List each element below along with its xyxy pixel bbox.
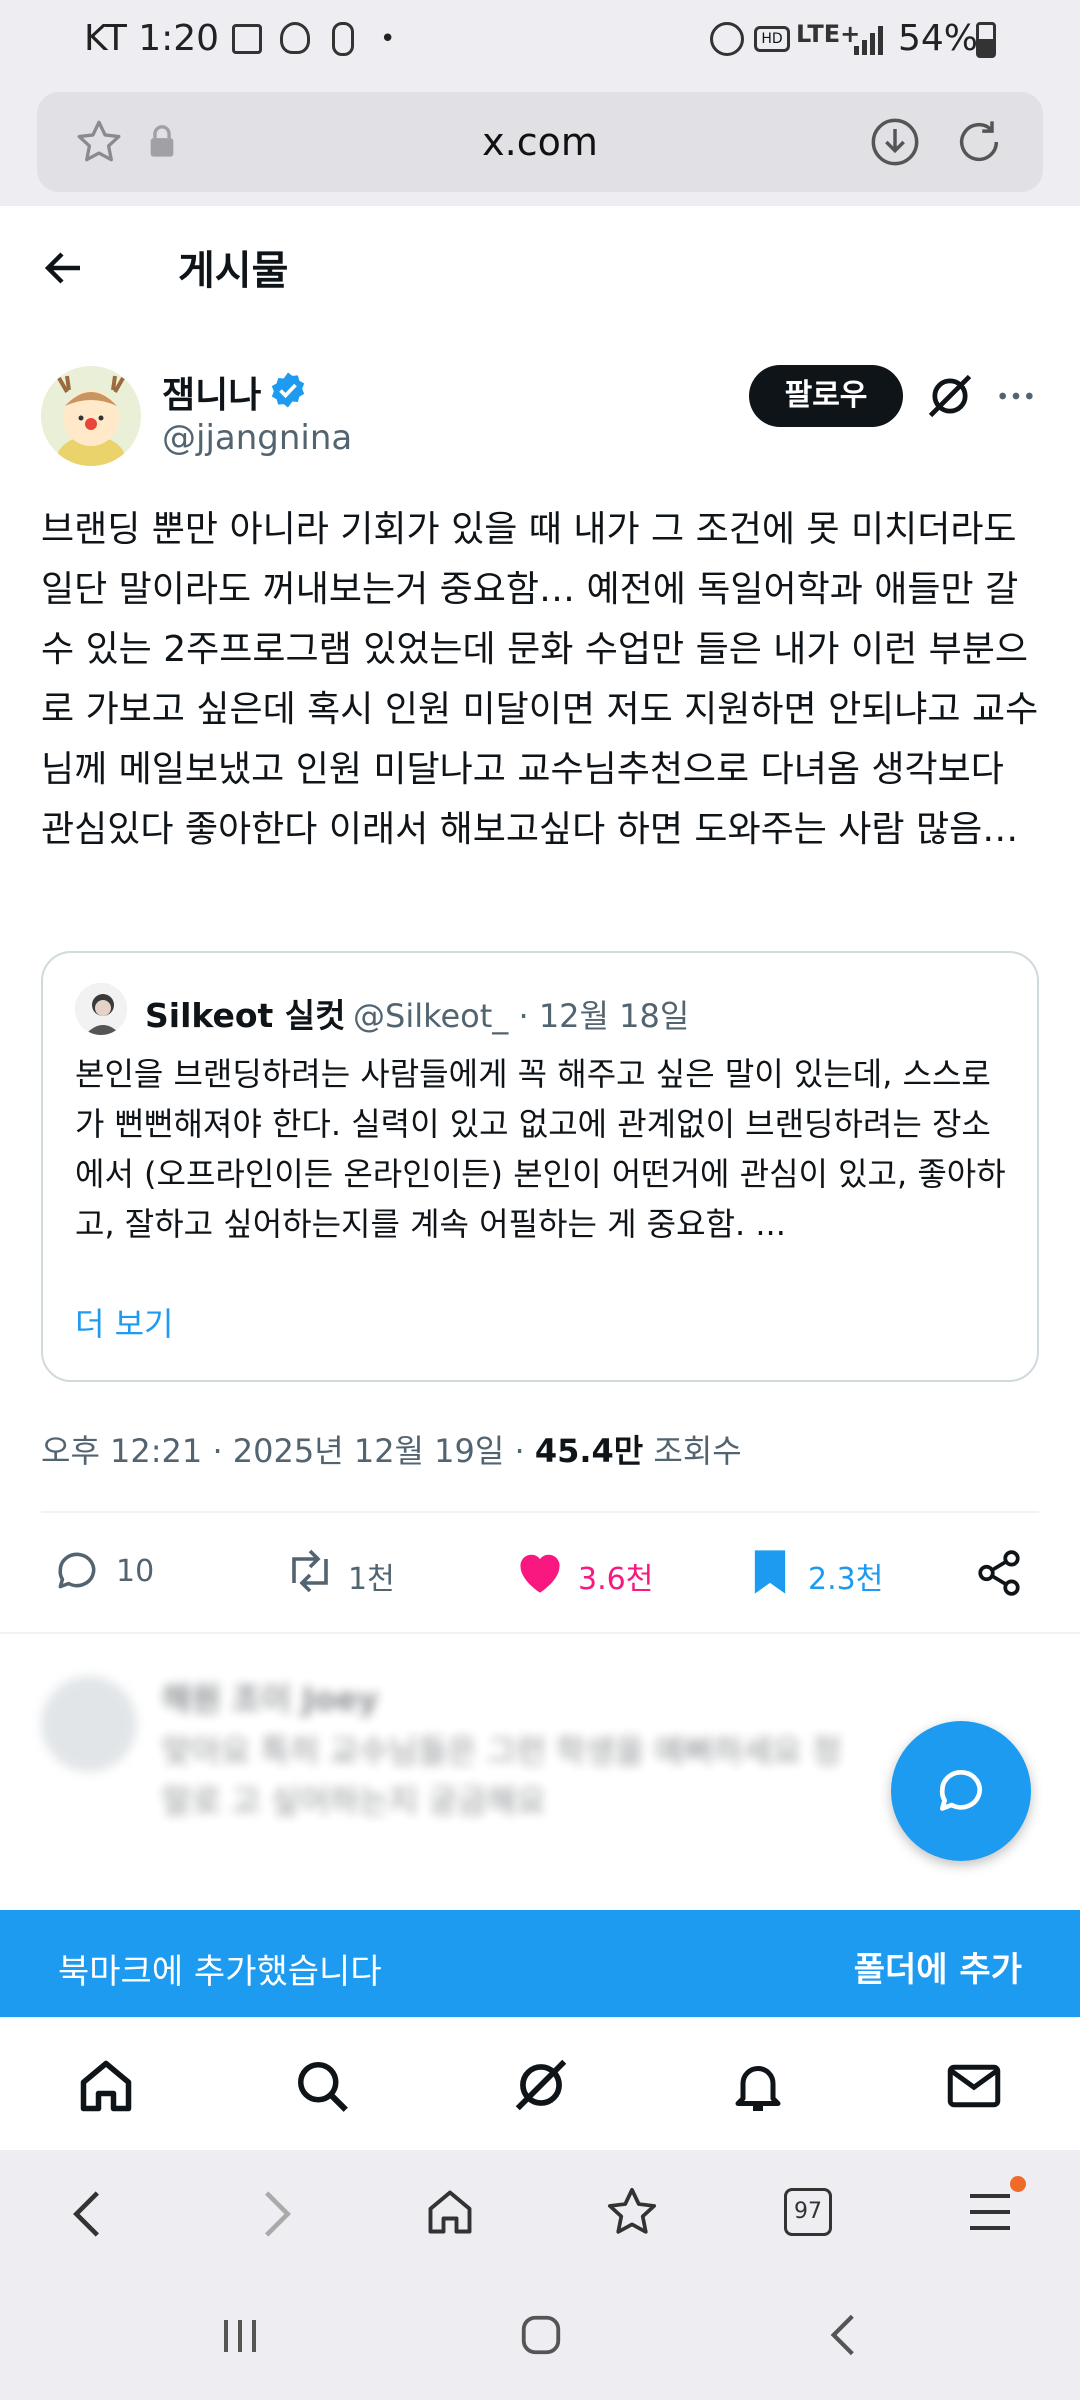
grok-icon[interactable]: [924, 370, 976, 422]
like-count[interactable]: 3.6천: [578, 1554, 653, 1598]
verified-badge-icon: [271, 372, 305, 408]
bell-icon[interactable]: [728, 2056, 788, 2116]
timestamp-text: 오후 12:21 · 2025년 12월 19일 ·: [41, 1432, 535, 1470]
grok-icon[interactable]: [510, 2054, 572, 2116]
view-count[interactable]: 45.4만: [535, 1432, 643, 1470]
bookmark-count[interactable]: 2.3천: [808, 1554, 883, 1598]
system-nav-bar: [0, 2274, 1080, 2400]
quoted-author-name: Silkeot 실컷: [145, 996, 346, 1035]
recent-apps-icon[interactable]: [218, 2314, 262, 2358]
mail-icon[interactable]: [944, 2056, 1004, 2116]
avatar[interactable]: [41, 366, 141, 466]
divider: [0, 1632, 1080, 1634]
status-time: KT 1:20: [84, 18, 220, 59]
status-bar: KT 1:20 • HD LTE+ 54%: [0, 0, 1080, 80]
more-icon[interactable]: [994, 376, 1038, 416]
notification-dot: [1010, 2176, 1026, 2192]
status-dot: •: [380, 24, 396, 54]
author-handle[interactable]: @jjangnina: [162, 418, 352, 458]
browser-bottom-nav: 97: [0, 2150, 1080, 2274]
browser-home-icon[interactable]: [424, 2186, 476, 2238]
menu-icon[interactable]: [966, 2190, 1014, 2234]
quoted-avatar: [75, 983, 127, 1035]
hd-voice-icon: HD: [754, 26, 790, 52]
tabs-button[interactable]: 97: [784, 2188, 832, 2236]
network-type: LTE+: [796, 20, 861, 48]
download-icon[interactable]: [869, 116, 921, 168]
tweet-text: 브랜딩 뿐만 아니라 기회가 있을 때 내가 그 조건에 못 미치더라도 일단 …: [41, 509, 1039, 850]
bookmark-icon[interactable]: [748, 1546, 792, 1598]
app-bottom-nav: [0, 2017, 1080, 2150]
snackbar-message: 북마크에 추가했습니다: [58, 1952, 382, 1992]
reply-icon[interactable]: [52, 1546, 102, 1596]
reply-text: 맞아요 특히 교수님들은 그런 학생을 예뻐하세요 정말로 고 싶어하는지 궁금…: [162, 1732, 842, 1820]
share-icon[interactable]: [974, 1548, 1024, 1598]
alarm-icon: [710, 22, 744, 56]
show-more-link[interactable]: 더 보기: [75, 1299, 174, 1345]
home-icon[interactable]: [76, 2056, 136, 2116]
signal-icon: [854, 26, 883, 55]
tab-count: 97: [794, 2199, 822, 2224]
quoted-text: 본인을 브랜딩하려는 사람들에게 꼭 해주고 싶은 말이 있는데, 스스로가 뻔…: [75, 1055, 1006, 1243]
reply-avatar: [41, 1676, 137, 1772]
reply-count[interactable]: 10: [116, 1554, 154, 1589]
repost-icon[interactable]: [282, 1546, 338, 1596]
bookmarks-icon[interactable]: [604, 2184, 660, 2240]
gallery-icon: [232, 24, 262, 54]
snackbar: 북마크에 추가했습니다 폴더에 추가: [0, 1910, 1080, 2017]
divider: [41, 1511, 1039, 1513]
page-title: 게시물: [178, 248, 289, 294]
quoted-tweet-card[interactable]: Silkeot 실컷 @Silkeot_ · 12월 18일 본인을 브랜딩하려…: [41, 951, 1039, 1382]
heart-icon[interactable]: [514, 1547, 566, 1595]
follow-button[interactable]: 팔로우: [749, 365, 903, 427]
compose-button[interactable]: [891, 1721, 1031, 1861]
view-label: 조회수: [643, 1432, 742, 1470]
system-home-icon[interactable]: [518, 2312, 564, 2358]
quoted-meta: @Silkeot_ · 12월 18일: [353, 997, 690, 1035]
browser-forward-icon[interactable]: [252, 2186, 300, 2242]
search-icon[interactable]: [292, 2056, 352, 2116]
repost-count[interactable]: 1천: [348, 1554, 395, 1598]
app-notification-icon: [280, 22, 310, 54]
reply-author: 해원 조이 Joey: [162, 1680, 379, 1718]
browser-back-icon[interactable]: [64, 2186, 112, 2242]
battery-percent: 54%: [898, 18, 979, 59]
reload-icon[interactable]: [953, 116, 1005, 168]
add-to-folder-button[interactable]: 폴더에 추가: [854, 1942, 1022, 1991]
tweet-timestamp: 오후 12:21 · 2025년 12월 19일 · 45.4만 조회수: [41, 1426, 742, 1472]
compose-icon: [939, 1770, 982, 1811]
author-name[interactable]: 잼니나: [162, 366, 261, 418]
system-back-icon[interactable]: [822, 2310, 866, 2360]
address-bar[interactable]: x.com: [37, 92, 1043, 192]
back-arrow-icon[interactable]: [40, 244, 88, 292]
app-notification-icon-2: [332, 22, 354, 56]
battery-icon: [976, 22, 996, 58]
